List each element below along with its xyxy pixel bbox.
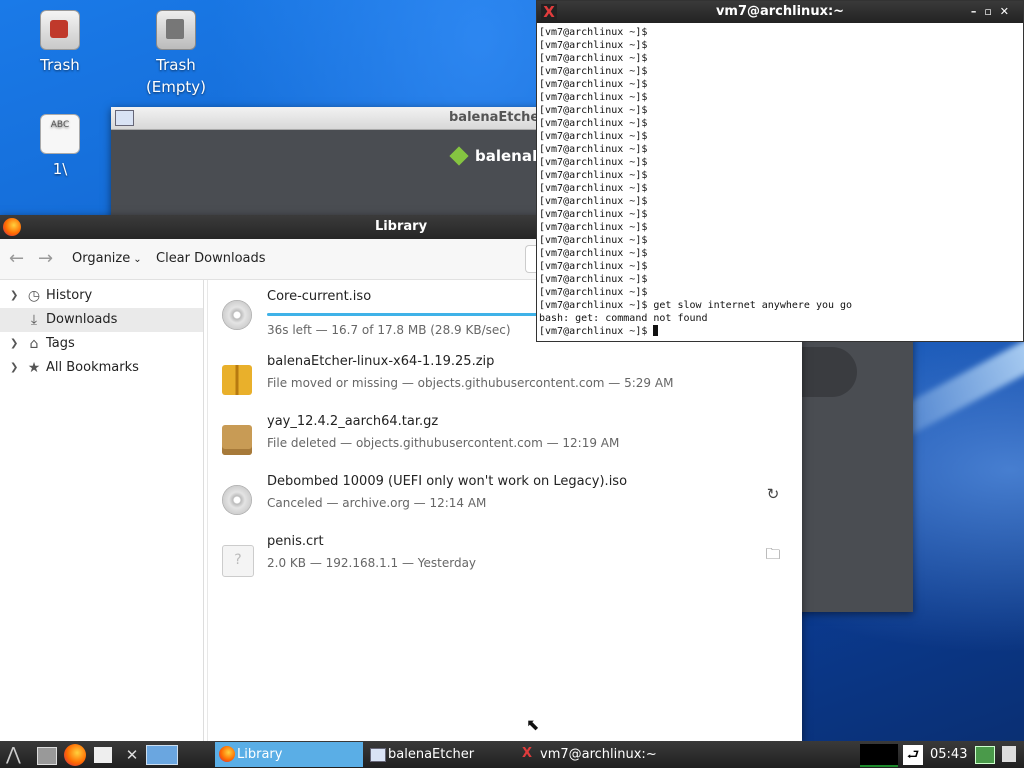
desktop-icon-label: 1\	[52, 160, 68, 178]
download-name: Debombed 10009 (UEFI only won't work on …	[267, 474, 628, 489]
chevron-down-icon: ⌄	[133, 254, 142, 265]
downloads-list: Core-current.iso 36s left — 16.7 of 17.8…	[207, 280, 802, 742]
sidebar-item-history[interactable]: ❯ ◷ History	[0, 284, 203, 308]
chevron-right-icon: ❯	[10, 338, 19, 349]
terminal-window[interactable]: X vm7@archlinux:~ –▫✕ [vm7@archlinux ~]$…	[536, 0, 1024, 342]
taskbar: ⋀ ✕ Library balenaEtcher X vm7@archlinux…	[0, 741, 1024, 768]
etcher-button-shape[interactable]	[801, 347, 857, 397]
desktop-icon-label: Trash (Empty)	[145, 56, 207, 96]
tag-icon: ⌂	[29, 336, 39, 352]
trash-icon	[40, 10, 80, 50]
window-controls: –▫✕	[971, 1, 1017, 23]
download-meta: 36s left — 16.7 of 17.8 MB (28.9 KB/sec)	[267, 323, 511, 337]
download-item[interactable]: yay_12.4.2_aarch64.tar.gz File deleted —…	[208, 409, 802, 469]
download-item[interactable]: ? penis.crt 2.0 KB — 192.168.1.1 — Yeste…	[208, 529, 802, 589]
disc-image-file-icon	[222, 485, 252, 515]
desktop-icon-trash[interactable]: Trash	[15, 10, 105, 76]
firefox-icon	[3, 218, 21, 236]
close-icon[interactable]: ✕	[1000, 5, 1017, 18]
xterm-icon: X	[522, 746, 533, 761]
sidebar-item-all-bookmarks[interactable]: ❯ ★ All Bookmarks	[0, 356, 203, 380]
unknown-file-icon: ?	[222, 545, 254, 577]
terminal-launcher-icon[interactable]: ✕	[121, 744, 143, 766]
zip-file-icon	[222, 365, 252, 395]
download-name: balenaEtcher-linux-x64-1.19.25.zip	[267, 354, 495, 369]
task-library[interactable]: Library	[215, 742, 363, 767]
download-progress-bar	[267, 313, 557, 316]
desktop-icon-label: Trash	[40, 56, 80, 74]
start-menu-icon[interactable]: ⋀	[6, 744, 28, 766]
download-meta: File deleted — objects.githubusercontent…	[267, 436, 620, 450]
download-item[interactable]: balenaEtcher-linux-x64-1.19.25.zip File …	[208, 349, 802, 409]
firefox-icon	[219, 746, 235, 762]
forward-arrow-icon[interactable]: →	[38, 239, 53, 279]
task-balenaetcher[interactable]: balenaEtcher	[366, 742, 514, 767]
terminal-titlebar[interactable]: X vm7@archlinux:~ –▫✕	[537, 1, 1023, 23]
mouse-cursor-icon: ⬉	[526, 715, 540, 734]
download-name: Core-current.iso	[267, 289, 372, 304]
download-meta: File moved or missing — objects.githubus…	[267, 376, 674, 390]
etcher-logo-icon	[449, 146, 469, 166]
task-terminal[interactable]: X vm7@archlinux:~	[518, 742, 666, 767]
download-name: penis.crt	[267, 534, 324, 549]
download-icon: ⤓	[30, 312, 38, 328]
volume-icon[interactable]	[1002, 746, 1016, 762]
library-sidebar: ❯ ◷ History ⤓ Downloads ❯ ⌂ Tags ❯ ★ All…	[0, 280, 204, 742]
library-title: Library	[374, 219, 428, 234]
xterm-icon: X	[541, 4, 557, 20]
sidebar-item-tags[interactable]: ❯ ⌂ Tags	[0, 332, 203, 356]
text-file-icon: ABC	[40, 114, 80, 154]
terminal-cursor	[653, 325, 659, 336]
etcher-brand: balenaE	[449, 146, 542, 166]
chevron-right-icon: ❯	[10, 362, 19, 373]
download-progress-fill	[267, 313, 540, 316]
organize-button[interactable]: Organize ⌄	[72, 239, 142, 279]
trash-empty-icon	[156, 10, 196, 50]
desktop-icon-text-file[interactable]: ABC 1\	[15, 114, 105, 180]
sidebar-item-downloads[interactable]: ⤓ Downloads	[0, 308, 203, 332]
window-icon	[370, 748, 386, 762]
download-item[interactable]: Debombed 10009 (UEFI only won't work on …	[208, 469, 802, 529]
minimize-icon[interactable]: –	[971, 5, 985, 18]
logout-icon[interactable]: ⮐	[903, 745, 923, 765]
download-meta: Canceled — archive.org — 12:14 AM	[267, 496, 487, 510]
download-meta: 2.0 KB — 192.168.1.1 — Yesterday	[267, 556, 477, 570]
star-icon: ★	[27, 360, 41, 376]
disc-image-file-icon	[222, 300, 252, 330]
download-name: yay_12.4.2_aarch64.tar.gz	[267, 414, 439, 429]
back-arrow-icon[interactable]: ←	[9, 239, 24, 279]
file-manager-icon[interactable]	[37, 747, 57, 765]
firefox-icon[interactable]	[64, 744, 86, 766]
cpu-monitor	[860, 744, 898, 767]
archive-file-icon	[222, 425, 252, 455]
terminal-title: vm7@archlinux:~	[715, 4, 845, 19]
retry-icon[interactable]: ↻	[764, 485, 782, 503]
maximize-icon[interactable]: ▫	[984, 5, 999, 18]
chevron-right-icon: ❯	[10, 290, 19, 301]
terminal-output[interactable]: [vm7@archlinux ~]$ [vm7@archlinux ~]$ [v…	[537, 23, 1023, 341]
folder-icon[interactable]: 🗀	[764, 545, 782, 563]
clear-downloads-button[interactable]: Clear Downloads	[156, 239, 266, 279]
desktop-icon-trash-empty[interactable]: Trash (Empty)	[131, 10, 221, 98]
window-icon[interactable]	[94, 747, 112, 763]
clock[interactable]: 05:43	[930, 741, 967, 768]
clock-icon: ◷	[27, 288, 41, 304]
network-icon[interactable]	[975, 746, 995, 764]
etcher-title: balenaEtcher	[449, 110, 546, 125]
workspace-switcher-icon[interactable]	[146, 745, 178, 765]
window-icon	[115, 110, 134, 126]
